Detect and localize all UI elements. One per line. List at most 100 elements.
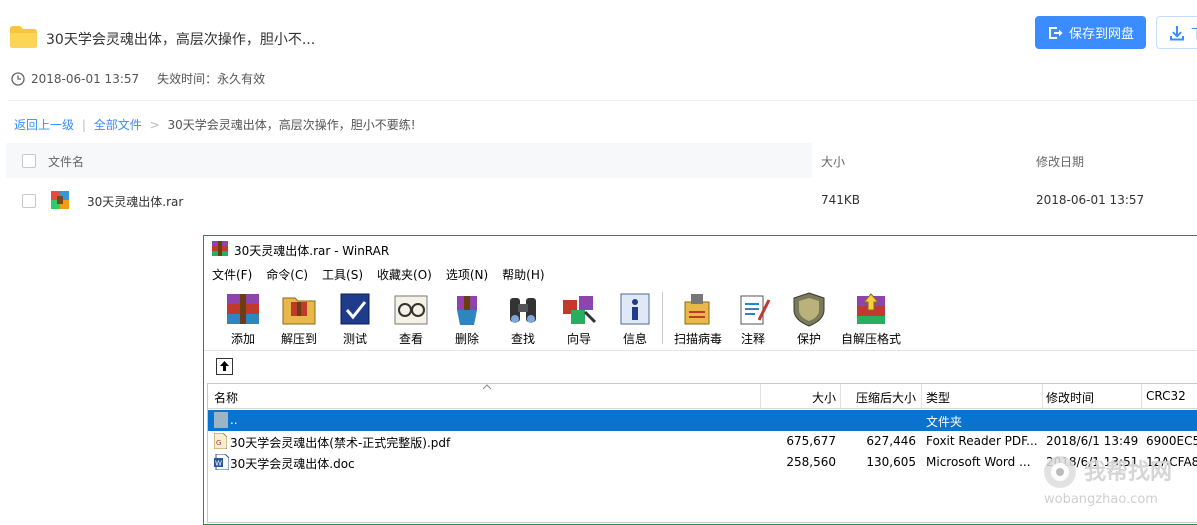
row-type: 文件夹: [926, 415, 963, 429]
folder-icon: [10, 26, 37, 48]
header-date[interactable]: 修改日期: [1036, 153, 1084, 170]
toolbar-virus-scan-label: 扫描病毒: [674, 332, 723, 346]
toolbar-info-label: 信息: [622, 332, 647, 346]
download-button-label: 下: [1191, 23, 1197, 42]
up-arrow-icon: [220, 361, 229, 371]
breadcrumb-all-files-link[interactable]: 全部文件: [94, 118, 142, 132]
share-title: 30天学会灵魂出体，高层次操作，胆小不...: [46, 32, 316, 48]
toolbar-add-label: 添加: [230, 332, 255, 346]
word-file-icon: W: [214, 454, 229, 470]
menu-options[interactable]: 选项(N): [438, 266, 488, 286]
menu-tools[interactable]: 工具(S): [314, 266, 363, 286]
virus-scan-icon: [684, 294, 710, 325]
delete-icon: [457, 296, 477, 325]
toolbar-view-label: 查看: [398, 332, 423, 346]
toolbar-find-button[interactable]: 查找: [500, 290, 546, 347]
toolbar-view-button[interactable]: 查看: [388, 290, 434, 347]
share-meta: 2018-06-01 13:57 失效时间：永久有效: [11, 70, 265, 87]
row-name: ..: [230, 413, 238, 427]
winrar-title: 30天灵魂出体.rar - WinRAR: [234, 244, 390, 258]
archive-row-parent[interactable]: .. 文件夹: [208, 410, 1197, 431]
select-all-checkbox[interactable]: [22, 154, 36, 168]
menu-favorites[interactable]: 收藏夹(O): [369, 266, 432, 286]
extract-to-icon: [282, 297, 316, 325]
add-archive-icon: [227, 294, 259, 324]
watermark-logo-icon: [1044, 456, 1076, 488]
toolbar-protect-button[interactable]: 保护: [786, 290, 832, 347]
row-crc: 6900EC5: [1146, 434, 1197, 448]
pdf-file-icon: G: [214, 433, 227, 449]
parent-folder-icon: [214, 412, 228, 428]
breadcrumb: 返回上一级 | 全部文件 > 30天学会灵魂出体，高层次操作，胆小不要练!: [14, 116, 416, 133]
header-filename[interactable]: 文件名: [48, 153, 84, 170]
breadcrumb-current: 30天学会灵魂出体，高层次操作，胆小不要练!: [167, 118, 416, 132]
toolbar-extract-label: 解压到: [280, 332, 317, 346]
col-crc[interactable]: CRC32: [1146, 389, 1186, 403]
wizard-icon: [563, 296, 597, 324]
toolbar-wizard-label: 向导: [566, 332, 591, 346]
header-size[interactable]: 大小: [821, 153, 845, 170]
save-icon: [1048, 26, 1063, 39]
watermark-url: wobangzhao.com: [1044, 492, 1158, 507]
toolbar-sfx-button[interactable]: 自解压格式: [838, 290, 904, 347]
sort-up-icon: [482, 384, 492, 390]
breadcrumb-arrow: >: [149, 118, 160, 132]
col-size[interactable]: 大小: [762, 389, 836, 406]
find-binoculars-icon: [510, 298, 536, 323]
toolbar-separator: [662, 292, 663, 344]
download-button[interactable]: 下: [1156, 16, 1197, 49]
row-name: 30天学会灵魂出体.doc: [230, 457, 355, 471]
expire-text: 失效时间：永久有效: [157, 72, 266, 86]
file-name[interactable]: 30天灵魂出体.rar: [87, 193, 183, 210]
archive-row-pdf[interactable]: G 30天学会灵魂出体(禁术-正式完整版).pdf 675,677 627,44…: [208, 431, 1197, 452]
col-name[interactable]: 名称: [214, 389, 238, 406]
row-packed: 130,605: [866, 455, 916, 469]
file-size: 741KB: [821, 193, 861, 207]
toolbar-delete-button[interactable]: 删除: [444, 290, 490, 347]
toolbar-virus-scan-button[interactable]: 扫描病毒: [674, 290, 723, 347]
col-modified[interactable]: 修改时间: [1046, 389, 1094, 406]
row-type: Microsoft Word ...: [926, 455, 1031, 469]
toolbar-info-button[interactable]: 信息: [612, 290, 658, 347]
toolbar-add-button[interactable]: 添加: [220, 290, 266, 347]
toolbar-comment-button[interactable]: 注释: [730, 290, 776, 347]
protect-shield-icon: [793, 292, 825, 327]
menu-file[interactable]: 文件(F): [204, 266, 252, 286]
toolbar-delete-label: 删除: [454, 332, 479, 346]
menu-command[interactable]: 命令(C): [258, 266, 308, 286]
winrar-list-header: 名称 大小 压缩后大小 类型 修改时间 CRC32: [208, 384, 1197, 409]
col-packed[interactable]: 压缩后大小: [842, 389, 916, 406]
winrar-menubar: 文件(F) 命令(C) 工具(S) 收藏夹(O) 选项(N) 帮助(H): [204, 266, 551, 286]
save-button-label: 保存到网盘: [1068, 27, 1134, 42]
toolbar-wizard-button[interactable]: 向导: [556, 290, 602, 347]
svg-text:W: W: [215, 460, 222, 468]
breadcrumb-back-link[interactable]: 返回上一级: [14, 118, 74, 132]
winrar-path-bar: [204, 350, 1197, 381]
toolbar-test-button[interactable]: 测试: [332, 290, 378, 347]
row-type: Foxit Reader PDF...: [926, 434, 1038, 448]
save-to-netdisk-button[interactable]: 保存到网盘: [1035, 16, 1146, 49]
sfx-icon: [857, 293, 885, 324]
menu-help[interactable]: 帮助(H): [494, 266, 544, 286]
row-checkbox[interactable]: [22, 194, 36, 208]
row-packed: 627,446: [866, 434, 916, 448]
col-type[interactable]: 类型: [926, 389, 950, 406]
winrar-toolbar: 添加 解压到 测试 查看 删除 查找 向导 信息 扫描病毒 注释 保护 自解压格…: [208, 286, 1197, 348]
watermark: 我帮找网 wobangzhao.com: [1040, 452, 1197, 512]
rar-file-icon: [51, 191, 69, 209]
file-row[interactable]: 30天灵魂出体.rar 741KB 2018-06-01 13:57: [6, 182, 1197, 220]
row-modified: 2018/6/1 13:49: [1046, 434, 1139, 448]
breadcrumb-separator: |: [81, 118, 86, 132]
toolbar-comment-label: 注释: [740, 332, 765, 346]
row-size: 258,560: [786, 455, 836, 469]
winrar-titlebar[interactable]: 30天灵魂出体.rar - WinRAR: [204, 236, 1197, 262]
watermark-text: 我帮找网: [1084, 460, 1173, 485]
toolbar-test-label: 测试: [342, 332, 367, 346]
toolbar-extract-button[interactable]: 解压到: [276, 290, 322, 347]
toolbar-sfx-label: 自解压格式: [840, 332, 901, 346]
test-icon: [340, 293, 370, 325]
up-folder-button[interactable]: [216, 358, 233, 375]
share-date: 2018-06-01 13:57: [31, 71, 140, 86]
toolbar-find-label: 查找: [510, 332, 535, 346]
file-list-header: 文件名 大小 修改日期: [6, 143, 1197, 178]
